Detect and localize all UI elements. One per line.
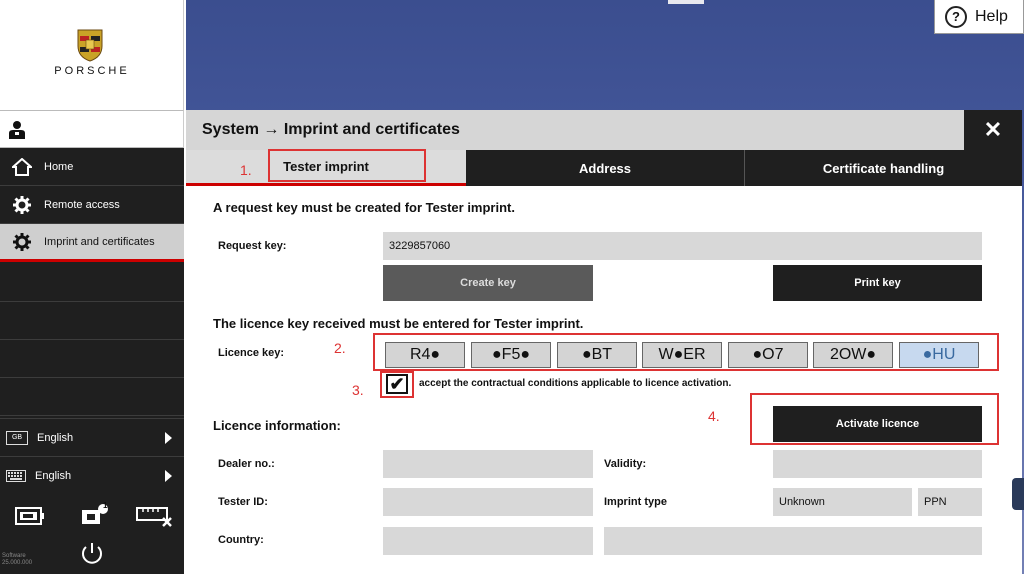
close-button[interactable]: ✕ [964, 110, 1022, 150]
dialog-title: System → Imprint and certificates [186, 110, 964, 150]
network-button[interactable]: 1 [74, 496, 114, 536]
imprint-type-label: Imprint type [604, 496, 667, 508]
gb-flag-icon: GB [6, 430, 28, 445]
help-label: Help [975, 7, 1008, 25]
chevron-right-icon [165, 470, 172, 482]
create-key-button[interactable]: Create key [383, 265, 593, 301]
validity-label: Validity: [604, 458, 647, 470]
gear-icon [0, 195, 44, 215]
tab-certificate-handling[interactable]: Certificate handling [744, 150, 1022, 186]
keyboard-icon [6, 469, 26, 482]
sidebar-empty-slot [0, 302, 184, 340]
chevron-right-icon [165, 432, 172, 444]
tab-address[interactable]: Address [466, 150, 744, 186]
annotation-step-label: 3. [352, 382, 364, 398]
annotation-box [380, 371, 414, 398]
help-button[interactable]: ? Help [934, 0, 1024, 34]
user-row[interactable] [0, 110, 184, 148]
country-name-field [604, 527, 982, 555]
sidebar-item-label: Imprint and certificates [44, 235, 155, 248]
annotation-step-label: 4. [708, 408, 720, 424]
sidebar-item-label: Home [44, 160, 74, 173]
software-version: Software 25.000.000 [2, 553, 32, 567]
request-key-label: Request key: [218, 240, 287, 252]
background-strip [668, 0, 704, 4]
request-key-heading: A request key must be created for Tester… [213, 200, 515, 215]
version-line: 25.000.000 [2, 560, 33, 566]
sidebar-item-imprint-and-certificates[interactable]: Imprint and certificates [0, 224, 184, 262]
sidebar-item-home[interactable]: Home [0, 148, 184, 186]
tester-id-label: Tester ID: [218, 496, 268, 508]
country-label: Country: [218, 534, 264, 546]
dealer-no-label: Dealer no.: [218, 458, 275, 470]
version-line: Software [2, 553, 26, 559]
validity-field [773, 450, 982, 478]
licence-key-label: Licence key: [218, 347, 285, 359]
sidebar-empty-slot [0, 340, 184, 378]
gear-icon [0, 232, 44, 252]
notification-count: 1 [103, 501, 108, 510]
battery-button[interactable] [8, 496, 52, 536]
help-icon: ? [945, 5, 967, 28]
language-label: English [35, 469, 72, 482]
user-icon [9, 121, 25, 139]
country-field [383, 527, 593, 555]
annotation-box [750, 393, 999, 445]
home-icon [0, 157, 44, 176]
imprint-type-field: Unknown [773, 488, 912, 516]
dealer-no-field [383, 450, 593, 478]
porsche-wordmark: PORSCHE [54, 65, 130, 77]
power-icon [82, 543, 102, 564]
porsche-crest-logo [77, 29, 103, 62]
battery-icon [15, 507, 44, 525]
tester-id-field [383, 488, 593, 516]
close-icon: ✕ [983, 117, 1003, 142]
sidebar-item-label: Remote access [44, 198, 120, 211]
annotation-step-label: 2. [334, 340, 346, 356]
print-key-button[interactable]: Print key [773, 265, 982, 301]
request-key-field[interactable]: 3229857060 [383, 232, 982, 260]
language-selector-gb[interactable]: GB English [0, 418, 184, 456]
side-widget [1012, 478, 1024, 510]
sidebar-empty-slot [0, 378, 184, 416]
ppn-field: PPN [918, 488, 982, 516]
power-button[interactable] [70, 538, 114, 570]
annotation-box [373, 333, 999, 371]
keyboard-layout-selector[interactable]: English [0, 456, 184, 494]
sidebar-empty-slot [0, 264, 184, 302]
licence-key-heading: The licence key received must be entered… [213, 316, 584, 331]
vci-disconnected-icon [136, 507, 172, 527]
sidebar-item-remote-access[interactable]: Remote access [0, 186, 184, 224]
accept-conditions-label: accept the contractual conditions applic… [419, 378, 732, 389]
annotation-box [268, 149, 426, 182]
language-label: English [37, 431, 74, 444]
vci-connection-button[interactable] [134, 496, 176, 536]
annotation-step-label: 1. [240, 162, 252, 178]
licence-information-heading: Licence information: [213, 418, 341, 433]
